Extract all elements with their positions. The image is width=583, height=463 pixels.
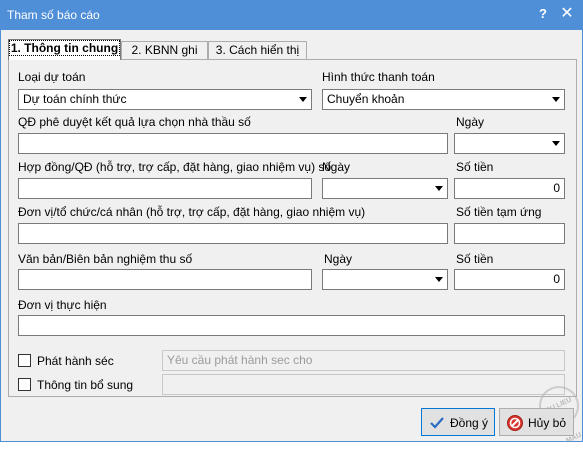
- loai-du-toan-select[interactable]: Dự toán chính thức: [18, 89, 312, 110]
- qd-phe-duyet-label: QĐ phê duyệt kết quả lựa chọn nhà thầu s…: [18, 115, 251, 129]
- cancel-button[interactable]: Hủy bỏ: [499, 408, 574, 436]
- qd-phe-duyet-input[interactable]: [18, 133, 448, 154]
- hinh-thuc-thanh-toan-label: Hình thức thanh toán: [322, 70, 435, 84]
- van-ban-ngay-label: Ngày: [324, 252, 353, 266]
- title-bar[interactable]: Tham số báo cáo ? ✕: [0, 0, 583, 30]
- loai-du-toan-label: Loại dự toán: [18, 70, 86, 84]
- hop-dong-ngay-date[interactable]: [322, 178, 448, 199]
- hop-dong-so-tien-input[interactable]: 0: [454, 178, 565, 199]
- qd-ngay-date[interactable]: [454, 133, 565, 154]
- so-tien-tam-ung-input[interactable]: [454, 223, 565, 244]
- van-ban-so-tien-input[interactable]: 0: [454, 269, 565, 290]
- phat-hanh-sec-checkbox[interactable]: [18, 354, 31, 367]
- ok-button[interactable]: Đồng ý: [421, 408, 495, 436]
- ok-button-label: Đồng ý: [450, 416, 489, 430]
- help-icon[interactable]: ?: [536, 6, 550, 22]
- don-vi-to-chuc-input[interactable]: [18, 223, 448, 244]
- tab-label: 2. KBNN ghi: [131, 43, 198, 57]
- chevron-down-icon: [552, 141, 560, 146]
- don-vi-thuc-hien-input[interactable]: [18, 315, 565, 336]
- so-tien-tam-ung-label: Số tiền tạm ứng: [456, 205, 542, 219]
- hop-dong-so-tien-label: Số tiền: [456, 160, 494, 174]
- phat-hanh-sec-label: Phát hành séc: [37, 354, 114, 368]
- tab-label: 3. Cách hiển thị: [215, 43, 300, 57]
- chevron-down-icon: [299, 97, 307, 102]
- thong-tin-bo-sung-checkbox[interactable]: [18, 378, 31, 391]
- thong-tin-bo-sung-label: Thông tin bổ sung: [37, 378, 134, 392]
- hop-dong-ngay-label: Ngày: [322, 160, 351, 174]
- window-title: Tham số báo cáo: [7, 8, 100, 22]
- dialog-client: 1. Thông tin chung 2. KBNN ghi 3. Cách h…: [1, 30, 583, 445]
- close-icon[interactable]: ✕: [559, 6, 575, 22]
- qd-ngay-label: Ngày: [456, 115, 485, 129]
- hinh-thuc-thanh-toan-value: Chuyển khoản: [327, 92, 405, 106]
- chevron-down-icon: [435, 277, 443, 282]
- don-vi-to-chuc-label: Đơn vị/tổ chức/cá nhân (hỗ trợ, trợ cấp,…: [18, 205, 366, 219]
- cancel-button-label: Hủy bỏ: [528, 416, 567, 430]
- tab-thong-tin-chung[interactable]: 1. Thông tin chung: [8, 39, 121, 60]
- hop-dong-input[interactable]: [18, 178, 312, 199]
- van-ban-label: Văn bản/Biên bản nghiệm thu số: [18, 252, 193, 266]
- tab-label: 1. Thông tin chung: [8, 40, 121, 56]
- tab-panel: Loại dự toán Dự toán chính thức Hình thứ…: [8, 59, 577, 397]
- van-ban-input[interactable]: [18, 269, 312, 290]
- chevron-down-icon: [552, 97, 560, 102]
- van-ban-so-tien-label: Số tiền: [456, 252, 494, 266]
- thong-tin-bo-sung-input[interactable]: [162, 374, 565, 395]
- hinh-thuc-thanh-toan-select[interactable]: Chuyển khoản: [322, 89, 565, 110]
- chevron-down-icon: [435, 186, 443, 191]
- tab-cach-hien-thi[interactable]: 3. Cách hiển thị: [208, 41, 307, 59]
- don-vi-thuc-hien-label: Đơn vị thực hiện: [18, 298, 107, 312]
- cancel-icon: [506, 414, 524, 432]
- van-ban-ngay-date[interactable]: [322, 269, 448, 290]
- check-icon: [428, 414, 446, 432]
- phat-hanh-sec-input[interactable]: Yêu cầu phát hành sec cho: [162, 350, 565, 371]
- loai-du-toan-value: Dự toán chính thức: [23, 92, 127, 106]
- dialog-window: Tham số báo cáo ? ✕ 1. Thông tin chung 2…: [0, 0, 583, 445]
- hop-dong-label: Hợp đồng/QĐ (hỗ trợ, trợ cấp, đặt hàng, …: [18, 160, 332, 174]
- tab-kbnn-ghi[interactable]: 2. KBNN ghi: [121, 41, 208, 59]
